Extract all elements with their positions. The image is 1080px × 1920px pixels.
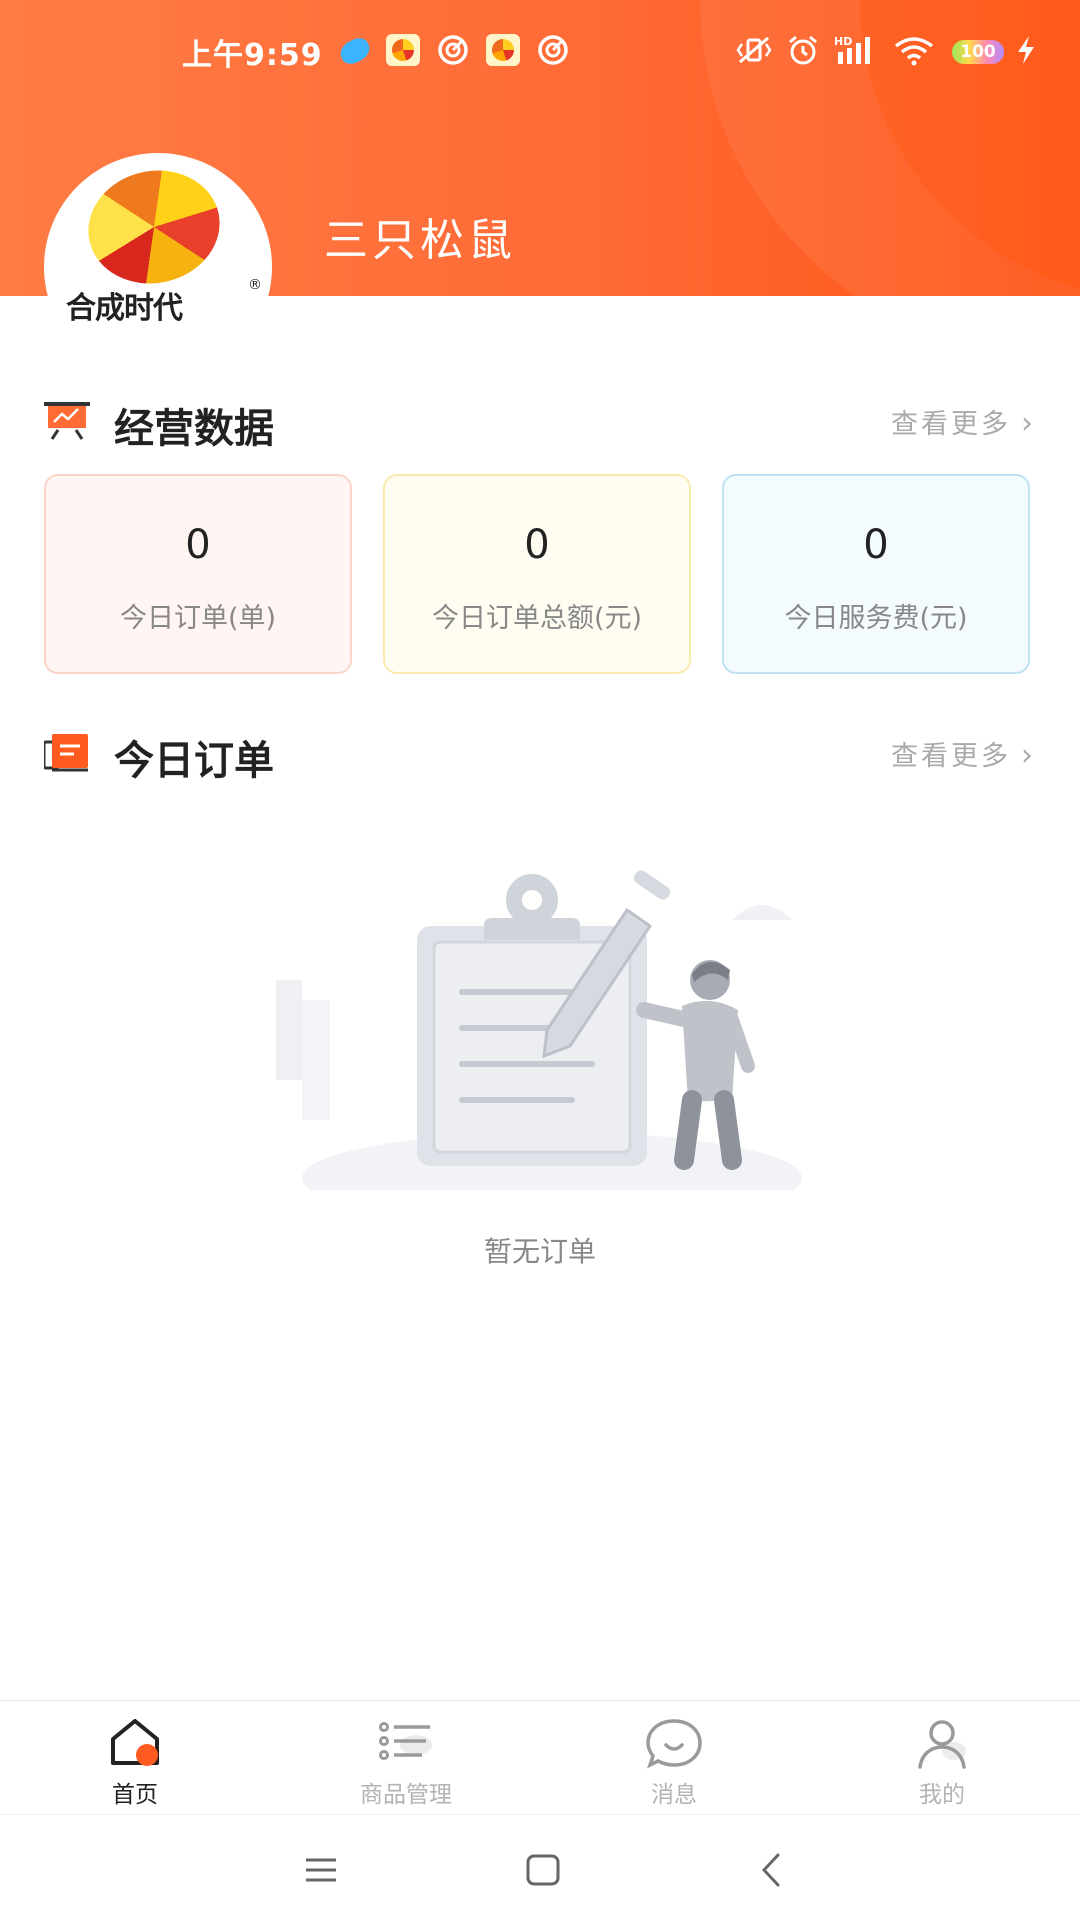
- stat-label: 今日服务费(元): [784, 603, 968, 634]
- stat-card-orders[interactable]: 0 今日订单(单): [44, 474, 352, 674]
- chevron-right-icon: ›: [1021, 406, 1036, 441]
- stat-label: 今日订单(单): [119, 603, 277, 634]
- notification-ring-icon: [537, 34, 569, 66]
- stat-card-order-total[interactable]: 0 今日订单总额(元): [383, 474, 691, 674]
- menu-button[interactable]: [296, 1845, 346, 1895]
- mute-vibrate-icon: [736, 34, 772, 66]
- stats-cards: 0 今日订单(单) 0 今日订单总额(元) 0 今日服务费(元): [44, 474, 1030, 674]
- notification-app-icon: [486, 34, 520, 66]
- chevron-right-icon: ›: [1021, 738, 1036, 773]
- tab-profile[interactable]: 我的: [862, 1715, 1022, 1815]
- battery-indicator: 100: [952, 40, 1004, 64]
- notification-app-icon: [386, 34, 420, 66]
- chart-board-icon: [44, 400, 90, 440]
- hd-label: HD: [834, 35, 852, 48]
- shop-name: 三只松鼠: [324, 215, 516, 266]
- bottom-tab-bar: 首页 商品管理 消息 我的: [0, 1700, 1080, 1814]
- empty-orders-text: 暂无订单: [483, 1235, 596, 1268]
- tab-home[interactable]: 首页: [55, 1715, 215, 1815]
- stat-label: 今日订单总额(元): [431, 603, 643, 634]
- home-nav-button[interactable]: [518, 1845, 568, 1895]
- more-label: 查看更多: [891, 741, 1011, 772]
- system-navigation-bar: [0, 1814, 1080, 1920]
- charging-icon: [1014, 34, 1038, 66]
- chat-icon: [644, 1715, 704, 1771]
- stat-value: 0: [185, 522, 211, 568]
- signal-icon: HD: [834, 34, 878, 66]
- back-arrow-icon: [761, 1853, 780, 1887]
- tab-product-management[interactable]: 商品管理: [326, 1715, 486, 1815]
- stat-value: 0: [863, 522, 889, 568]
- logo-text: 合成时代: [66, 291, 183, 326]
- business-data-header: 经营数据 查看更多 ›: [44, 392, 1036, 452]
- empty-orders-illustration: [262, 860, 822, 1224]
- tab-label: 我的: [919, 1782, 965, 1808]
- logo-registered-mark: ®: [248, 277, 262, 293]
- wifi-icon: [892, 34, 936, 66]
- menu-icon: [306, 1858, 336, 1882]
- notification-app-icon: [336, 34, 374, 68]
- logo-pie-icon: [77, 158, 231, 296]
- tab-label: 商品管理: [360, 1782, 452, 1808]
- business-data-more-link[interactable]: 查看更多 ›: [891, 402, 1036, 441]
- business-data-title: 经营数据: [114, 406, 274, 452]
- tab-label: 首页: [112, 1782, 158, 1808]
- list-icon: [376, 1715, 436, 1771]
- back-button[interactable]: [746, 1845, 796, 1895]
- tab-label: 消息: [651, 1782, 697, 1808]
- today-orders-header: 今日订单 查看更多 ›: [42, 724, 1036, 784]
- tab-messages[interactable]: 消息: [594, 1715, 754, 1815]
- shop-logo[interactable]: 合成时代 ®: [44, 153, 272, 381]
- stat-card-service-fee[interactable]: 0 今日服务费(元): [722, 474, 1030, 674]
- order-document-icon: [42, 732, 90, 772]
- more-label: 查看更多: [891, 409, 1011, 440]
- status-time: 上午9:59: [182, 38, 323, 73]
- today-orders-more-link[interactable]: 查看更多 ›: [891, 734, 1036, 773]
- home-icon: [105, 1715, 165, 1771]
- stat-value: 0: [524, 522, 550, 568]
- square-icon: [526, 1854, 560, 1886]
- notification-ring-icon: [437, 34, 469, 66]
- user-icon: [912, 1715, 972, 1771]
- today-orders-title: 今日订单: [114, 738, 274, 784]
- status-bar: 上午9:59 HD 100: [0, 0, 1080, 100]
- alarm-icon: [786, 34, 820, 66]
